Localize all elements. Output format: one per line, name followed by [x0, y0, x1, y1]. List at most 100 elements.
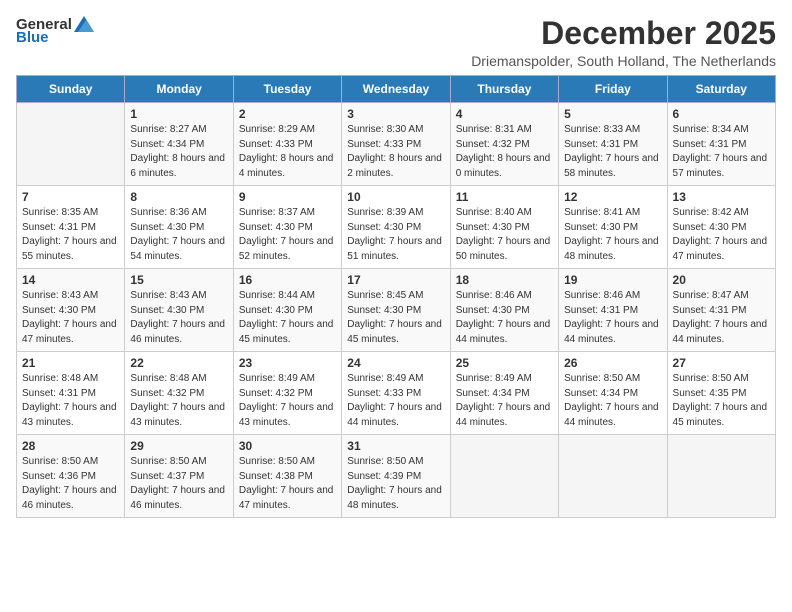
day-info: Sunrise: 8:43 AMSunset: 4:30 PMDaylight:…	[130, 289, 227, 347]
day-info: Sunrise: 8:27 AMSunset: 4:34 PMDaylight:…	[130, 123, 227, 181]
calendar-cell: 8Sunrise: 8:36 AMSunset: 4:30 PMDaylight…	[125, 186, 233, 269]
calendar-cell	[667, 435, 775, 518]
logo: General Blue	[16, 16, 94, 46]
calendar-cell: 16 Sunrise: 8:44 AMSunset: 4:30 PMDayligh…	[233, 269, 341, 352]
day-number: 8	[130, 190, 227, 204]
day-number: 26	[564, 356, 661, 370]
main-title: December 2025	[471, 16, 776, 51]
weekday-header-row: SundayMondayTuesdayWednesdayThursdayFrid…	[17, 76, 776, 103]
day-number: 10	[347, 190, 444, 204]
weekday-header: Saturday	[667, 76, 775, 103]
calendar-cell: 28Sunrise: 8:50 AMSunset: 4:36 PMDayligh…	[17, 435, 125, 518]
calendar-cell: 29 Sunrise: 8:50 AMSunset: 4:37 PMDayligh…	[125, 435, 233, 518]
calendar-cell: 10 Sunrise: 8:39 AMSunset: 4:30 PMDayligh…	[342, 186, 450, 269]
day-info: Sunrise: 8:31 AMSunset: 4:32 PMDaylight:…	[456, 123, 553, 181]
calendar-cell: 30Sunrise: 8:50 AMSunset: 4:38 PMDayligh…	[233, 435, 341, 518]
weekday-header: Friday	[559, 76, 667, 103]
day-info: Sunrise: 8:33 AMSunset: 4:31 PMDaylight:…	[564, 123, 661, 181]
day-info: Sunrise: 8:42 AMSunset: 4:30 PMDaylight:…	[673, 206, 770, 264]
day-number: 5	[564, 107, 661, 121]
day-info: Sunrise: 8:50 AMSunset: 4:39 PMDaylight:…	[347, 455, 444, 513]
calendar-cell: 22 Sunrise: 8:48 AMSunset: 4:32 PMDayligh…	[125, 352, 233, 435]
day-number: 16	[239, 273, 336, 287]
calendar-cell: 27 Sunrise: 8:50 AMSunset: 4:35 PMDayligh…	[667, 352, 775, 435]
calendar-cell: 3 Sunrise: 8:30 AMSunset: 4:33 PMDaylight…	[342, 103, 450, 186]
day-number: 2	[239, 107, 336, 121]
day-info: Sunrise: 8:46 AMSunset: 4:30 PMDaylight:…	[456, 289, 553, 347]
calendar-cell: 23 Sunrise: 8:49 AMSunset: 4:32 PMDayligh…	[233, 352, 341, 435]
day-number: 24	[347, 356, 444, 370]
day-info: Sunrise: 8:45 AMSunset: 4:30 PMDaylight:…	[347, 289, 444, 347]
logo-icon	[74, 16, 94, 32]
calendar-week-row: 7 Sunrise: 8:35 AMSunset: 4:31 PMDaylight…	[17, 186, 776, 269]
calendar-week-row: 14Sunrise: 8:43 AMSunset: 4:30 PMDayligh…	[17, 269, 776, 352]
calendar-cell: 17 Sunrise: 8:45 AMSunset: 4:30 PMDayligh…	[342, 269, 450, 352]
day-number: 11	[456, 190, 553, 204]
day-number: 17	[347, 273, 444, 287]
day-info: Sunrise: 8:49 AMSunset: 4:32 PMDaylight:…	[239, 372, 336, 430]
day-info: Sunrise: 8:49 AMSunset: 4:33 PMDaylight:…	[347, 372, 444, 430]
calendar-cell	[17, 103, 125, 186]
calendar-cell	[450, 435, 558, 518]
day-number: 20	[673, 273, 770, 287]
day-info: Sunrise: 8:48 AMSunset: 4:32 PMDaylight:…	[130, 372, 227, 430]
calendar-cell: 21 Sunrise: 8:48 AMSunset: 4:31 PMDayligh…	[17, 352, 125, 435]
calendar-week-row: 28Sunrise: 8:50 AMSunset: 4:36 PMDayligh…	[17, 435, 776, 518]
day-number: 3	[347, 107, 444, 121]
day-info: Sunrise: 8:49 AMSunset: 4:34 PMDaylight:…	[456, 372, 553, 430]
day-info: Sunrise: 8:43 AMSunset: 4:30 PMDaylight:…	[22, 289, 119, 347]
calendar-cell: 14Sunrise: 8:43 AMSunset: 4:30 PMDayligh…	[17, 269, 125, 352]
day-number: 21	[22, 356, 119, 370]
weekday-header: Wednesday	[342, 76, 450, 103]
title-area: December 2025 Driemanspolder, South Holl…	[471, 16, 776, 69]
day-info: Sunrise: 8:48 AMSunset: 4:31 PMDaylight:…	[22, 372, 119, 430]
day-number: 28	[22, 439, 119, 453]
calendar-table: SundayMondayTuesdayWednesdayThursdayFrid…	[16, 75, 776, 518]
day-info: Sunrise: 8:29 AMSunset: 4:33 PMDaylight:…	[239, 123, 336, 181]
calendar-cell: 6Sunrise: 8:34 AMSunset: 4:31 PMDaylight…	[667, 103, 775, 186]
day-number: 15	[130, 273, 227, 287]
day-number: 12	[564, 190, 661, 204]
day-info: Sunrise: 8:41 AMSunset: 4:30 PMDaylight:…	[564, 206, 661, 264]
weekday-header: Monday	[125, 76, 233, 103]
day-info: Sunrise: 8:50 AMSunset: 4:35 PMDaylight:…	[673, 372, 770, 430]
weekday-header: Sunday	[17, 76, 125, 103]
day-info: Sunrise: 8:50 AMSunset: 4:38 PMDaylight:…	[239, 455, 336, 513]
day-number: 31	[347, 439, 444, 453]
calendar-cell: 19Sunrise: 8:46 AMSunset: 4:31 PMDayligh…	[559, 269, 667, 352]
day-info: Sunrise: 8:35 AMSunset: 4:31 PMDaylight:…	[22, 206, 119, 264]
day-number: 27	[673, 356, 770, 370]
calendar-cell: 7 Sunrise: 8:35 AMSunset: 4:31 PMDaylight…	[17, 186, 125, 269]
calendar-week-row: 21 Sunrise: 8:48 AMSunset: 4:31 PMDayligh…	[17, 352, 776, 435]
day-number: 7	[22, 190, 119, 204]
day-info: Sunrise: 8:39 AMSunset: 4:30 PMDaylight:…	[347, 206, 444, 264]
day-info: Sunrise: 8:50 AMSunset: 4:37 PMDaylight:…	[130, 455, 227, 513]
calendar-cell: 24 Sunrise: 8:49 AMSunset: 4:33 PMDayligh…	[342, 352, 450, 435]
calendar-cell: 15 Sunrise: 8:43 AMSunset: 4:30 PMDayligh…	[125, 269, 233, 352]
day-number: 1	[130, 107, 227, 121]
subtitle: Driemanspolder, South Holland, The Nethe…	[471, 53, 776, 69]
day-number: 25	[456, 356, 553, 370]
calendar-cell: 20 Sunrise: 8:47 AMSunset: 4:31 PMDayligh…	[667, 269, 775, 352]
calendar-cell	[559, 435, 667, 518]
day-number: 22	[130, 356, 227, 370]
day-number: 9	[239, 190, 336, 204]
day-info: Sunrise: 8:47 AMSunset: 4:31 PMDaylight:…	[673, 289, 770, 347]
day-number: 4	[456, 107, 553, 121]
day-number: 19	[564, 273, 661, 287]
day-number: 13	[673, 190, 770, 204]
calendar-cell: 18Sunrise: 8:46 AMSunset: 4:30 PMDayligh…	[450, 269, 558, 352]
day-number: 6	[673, 107, 770, 121]
header: General Blue December 2025 Driemanspolde…	[16, 16, 776, 69]
calendar-cell: 13 Sunrise: 8:42 AMSunset: 4:30 PMDayligh…	[667, 186, 775, 269]
calendar-cell: 2 Sunrise: 8:29 AMSunset: 4:33 PMDaylight…	[233, 103, 341, 186]
calendar-week-row: 1 Sunrise: 8:27 AMSunset: 4:34 PMDaylight…	[17, 103, 776, 186]
day-info: Sunrise: 8:30 AMSunset: 4:33 PMDaylight:…	[347, 123, 444, 181]
calendar-cell: 25 Sunrise: 8:49 AMSunset: 4:34 PMDayligh…	[450, 352, 558, 435]
day-info: Sunrise: 8:40 AMSunset: 4:30 PMDaylight:…	[456, 206, 553, 264]
day-info: Sunrise: 8:44 AMSunset: 4:30 PMDaylight:…	[239, 289, 336, 347]
logo-blue: Blue	[16, 29, 49, 46]
day-number: 23	[239, 356, 336, 370]
weekday-header: Thursday	[450, 76, 558, 103]
day-number: 29	[130, 439, 227, 453]
